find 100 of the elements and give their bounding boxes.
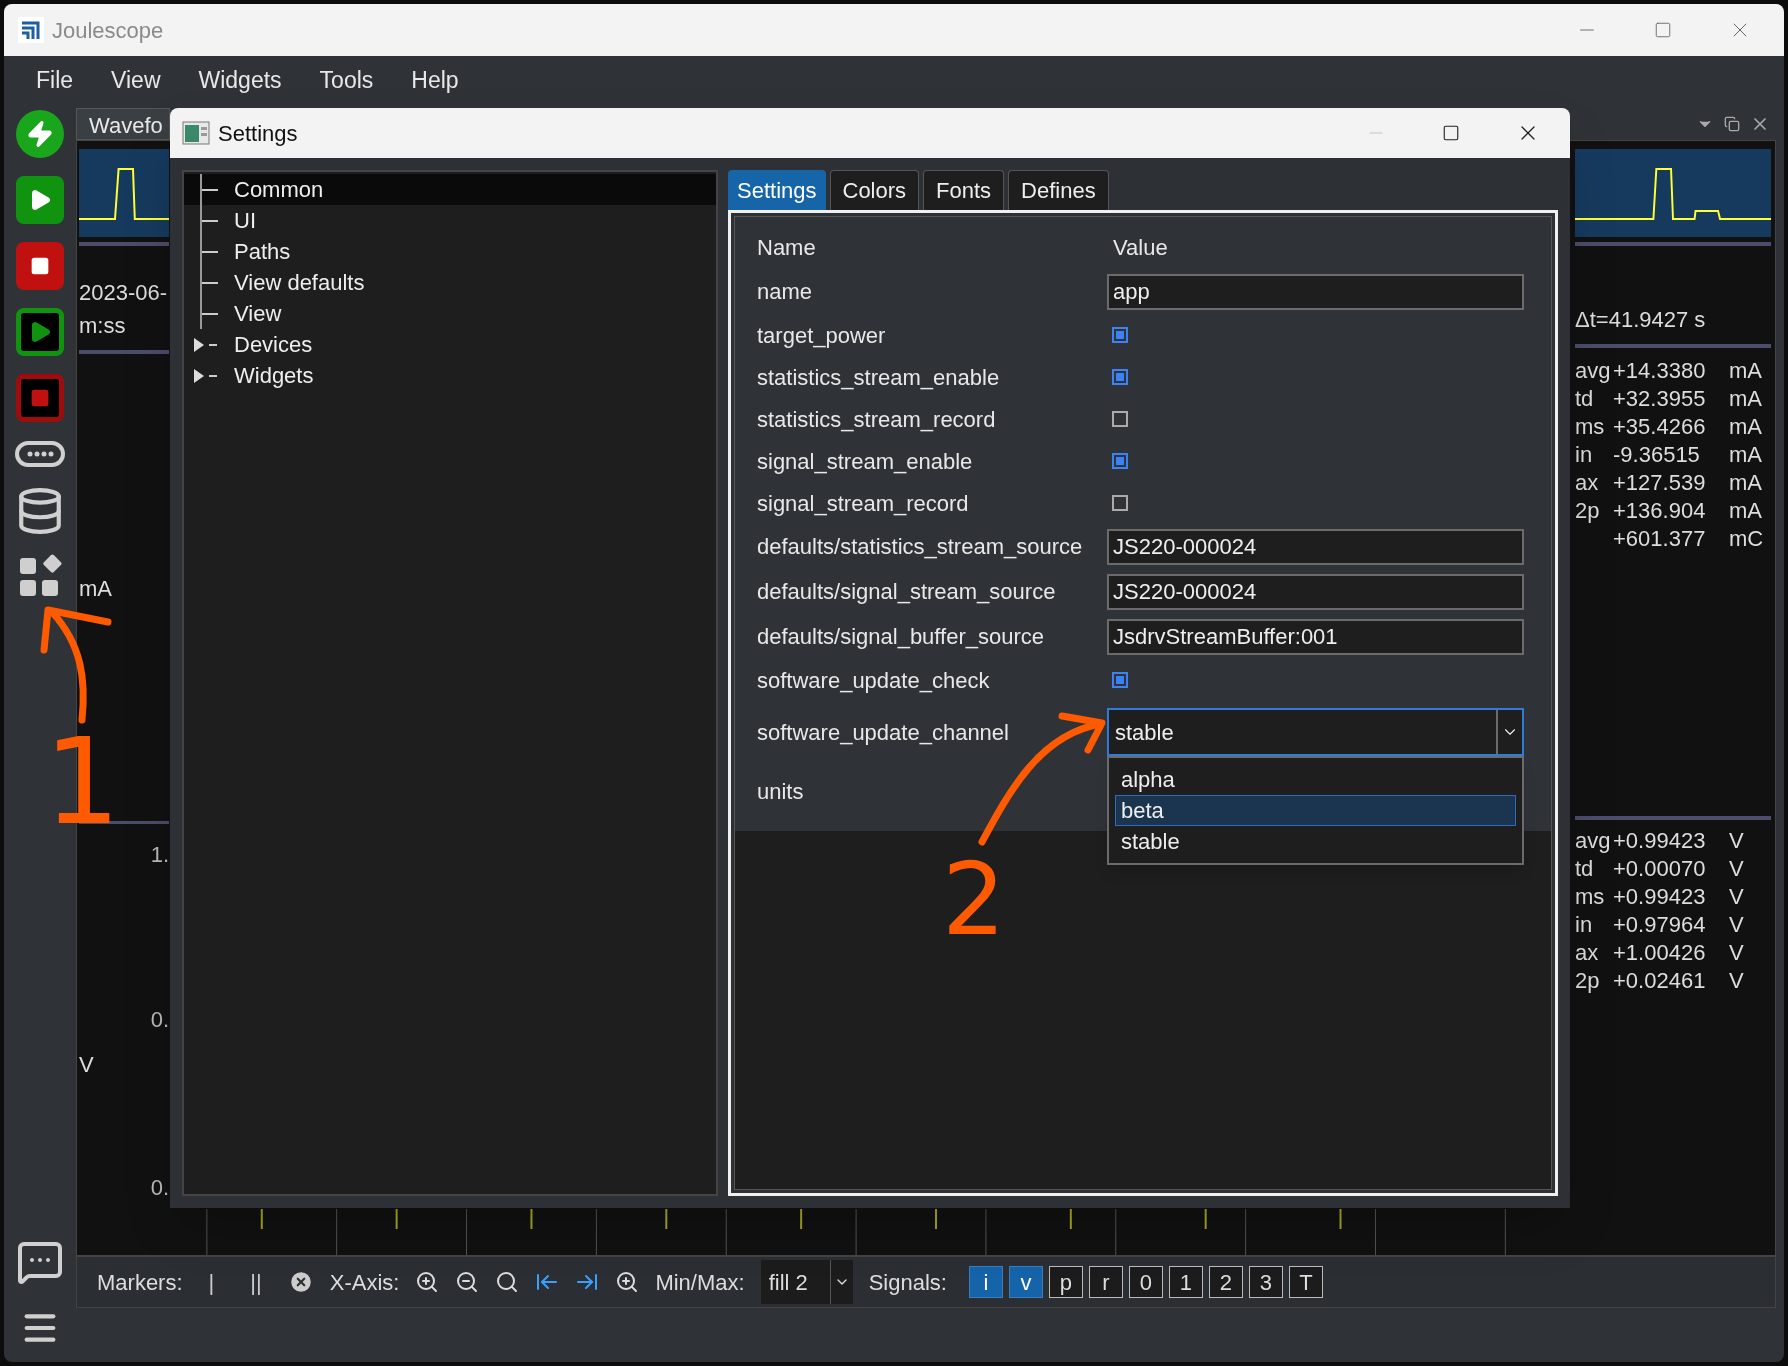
signal-toggle[interactable]: 0 bbox=[1128, 1266, 1163, 1298]
checkbox[interactable] bbox=[1112, 369, 1128, 385]
stat-unit: V bbox=[1729, 882, 1744, 911]
setting-name: name bbox=[756, 278, 814, 306]
tab[interactable]: Defines bbox=[1008, 170, 1109, 210]
tree-item[interactable]: Paths bbox=[184, 236, 716, 267]
power-button[interactable] bbox=[16, 110, 64, 158]
axis-tick-label: 1. bbox=[150, 841, 169, 869]
stat-label: in bbox=[1575, 911, 1593, 937]
stat-unit: V bbox=[1729, 938, 1744, 967]
column-header: Value bbox=[1112, 233, 1168, 262]
time-format: m:ss bbox=[79, 312, 127, 340]
signal-toggle[interactable]: p bbox=[1048, 1266, 1083, 1298]
stat-value: +32.3955 bbox=[1613, 384, 1707, 413]
stop-icon bbox=[30, 388, 50, 408]
setting-name: signal_stream_enable bbox=[756, 447, 974, 476]
text-field[interactable]: JsdrvStreamBuffer:001 bbox=[1107, 618, 1524, 655]
minmax-dropdown[interactable]: fill 2 bbox=[760, 1260, 853, 1304]
tree-item[interactable]: Devices bbox=[184, 329, 716, 360]
play-button[interactable] bbox=[16, 176, 64, 224]
dropdown[interactable]: stable bbox=[1107, 708, 1524, 756]
signal-toggle[interactable]: i bbox=[968, 1266, 1003, 1298]
checkbox[interactable] bbox=[1112, 672, 1128, 688]
menu-item[interactable]: Help bbox=[411, 62, 459, 98]
signal-toggle[interactable]: v bbox=[1008, 1266, 1043, 1298]
device-icon[interactable] bbox=[15, 440, 65, 468]
dropdown-option[interactable]: alpha bbox=[1115, 764, 1516, 795]
tree-item[interactable]: View defaults bbox=[184, 267, 716, 298]
stat-value: +0.97964 bbox=[1613, 910, 1707, 939]
menu-item[interactable]: View bbox=[111, 62, 161, 98]
stat-value: +0.99423 bbox=[1613, 882, 1707, 911]
settings-app-icon bbox=[182, 121, 210, 145]
zoom-out-icon[interactable] bbox=[455, 1270, 480, 1294]
stop-button[interactable] bbox=[16, 242, 64, 290]
menu-item[interactable]: Widgets bbox=[198, 62, 282, 98]
stat-unit: mA bbox=[1729, 356, 1762, 385]
toolbar-label: Signals: bbox=[868, 1268, 947, 1297]
float-icon[interactable] bbox=[1724, 116, 1740, 132]
tree-item[interactable]: UI bbox=[184, 205, 716, 236]
stop-icon bbox=[30, 256, 50, 276]
stat-unit: mA bbox=[1729, 496, 1762, 525]
expand-arrow-icon bbox=[194, 337, 204, 352]
setting-name: software_update_channel bbox=[756, 718, 1010, 747]
stat-value: -9.36515 bbox=[1613, 440, 1701, 469]
delta-time: Δt=41.9427 s bbox=[1575, 306, 1707, 334]
stat-label: ax bbox=[1575, 939, 1599, 965]
zoom-icon[interactable] bbox=[615, 1270, 640, 1294]
tree-item[interactable]: View bbox=[184, 298, 716, 329]
lightning-icon bbox=[26, 120, 54, 148]
text-field[interactable]: app bbox=[1107, 273, 1524, 310]
zoom-all-icon[interactable] bbox=[495, 1270, 520, 1294]
stat-unit: mA bbox=[1729, 412, 1762, 441]
marker-button[interactable]: | bbox=[198, 1265, 225, 1299]
stat-label: ms bbox=[1575, 883, 1605, 909]
time-label: 2023-06- bbox=[79, 279, 169, 307]
signal-toggle[interactable]: 1 bbox=[1168, 1266, 1203, 1298]
tree-item[interactable]: Common bbox=[184, 174, 716, 205]
stat-value: +127.539 bbox=[1613, 468, 1707, 497]
stat-label: 2p bbox=[1575, 967, 1600, 993]
menu-item[interactable]: File bbox=[36, 62, 74, 98]
axis-tick-label: 0. bbox=[150, 1006, 169, 1034]
checkbox[interactable] bbox=[1112, 495, 1128, 511]
signal-toggle[interactable]: 2 bbox=[1208, 1266, 1243, 1298]
setting-name: units bbox=[756, 777, 805, 806]
stat-unit: V bbox=[1729, 966, 1744, 995]
marker-button[interactable]: || bbox=[240, 1265, 272, 1299]
signal-toggle[interactable]: 3 bbox=[1248, 1266, 1283, 1298]
dropdown-option[interactable]: beta bbox=[1115, 795, 1516, 826]
signal-toggle[interactable]: T bbox=[1288, 1266, 1323, 1298]
record-play-button[interactable] bbox=[16, 308, 64, 356]
tab[interactable]: Fonts bbox=[923, 170, 1005, 210]
zoom-in-icon[interactable] bbox=[415, 1270, 440, 1294]
text-field[interactable]: JS220-000024 bbox=[1107, 528, 1524, 565]
dropdown-option[interactable]: stable bbox=[1115, 826, 1516, 857]
stat-value: +35.4266 bbox=[1613, 412, 1707, 441]
text-field[interactable]: JS220-000024 bbox=[1107, 573, 1524, 610]
panel-tab[interactable]: Wavefo bbox=[76, 108, 170, 140]
stat-value: +601.377 bbox=[1613, 524, 1707, 553]
record-stop-button[interactable] bbox=[16, 374, 64, 422]
tab[interactable]: Settings bbox=[728, 170, 826, 210]
logo-icon bbox=[18, 17, 44, 43]
stat-value: +0.99423 bbox=[1613, 826, 1707, 855]
tree-item[interactable]: Widgets bbox=[184, 360, 716, 391]
checkbox[interactable] bbox=[1112, 453, 1128, 469]
toolbar-label: X-Axis: bbox=[329, 1268, 400, 1297]
signal-toggle[interactable]: r bbox=[1088, 1266, 1123, 1298]
checkbox[interactable] bbox=[1112, 327, 1128, 343]
stat-value: +1.00426 bbox=[1613, 938, 1707, 967]
stat-label: 2p bbox=[1575, 497, 1600, 523]
widgets-icon[interactable] bbox=[18, 554, 62, 598]
stat-unit: mC bbox=[1729, 524, 1764, 553]
menu-item[interactable]: Tools bbox=[319, 62, 374, 98]
stat-label: avg bbox=[1575, 357, 1611, 383]
tab[interactable]: Colors bbox=[829, 170, 920, 210]
checkbox[interactable] bbox=[1112, 411, 1128, 427]
stat-unit: mA bbox=[1729, 384, 1762, 413]
stat-value: +136.904 bbox=[1613, 496, 1707, 525]
setting-name: defaults/signal_stream_source bbox=[756, 578, 1057, 606]
maximize-icon[interactable] bbox=[1442, 124, 1460, 142]
stat-value: +0.02461 bbox=[1613, 966, 1707, 995]
